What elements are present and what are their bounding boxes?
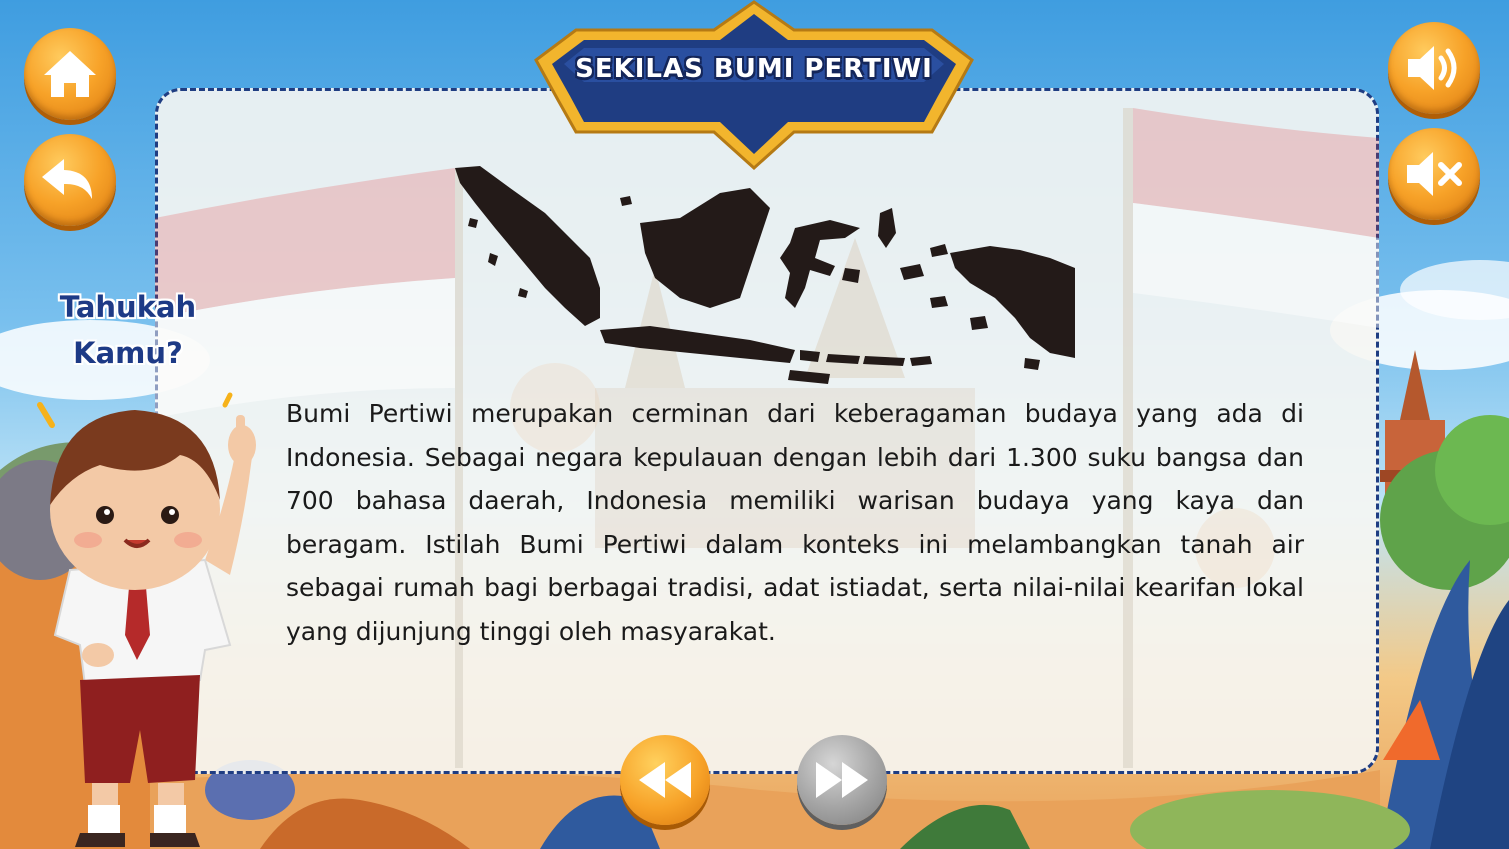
- side-label-line1: Tahukah: [59, 290, 197, 324]
- side-label-line2: Kamu?: [73, 336, 183, 370]
- banner-title: SEKILAS BUMI PERTIWI: [575, 54, 933, 84]
- student-character: [37, 392, 256, 847]
- previous-button[interactable]: [620, 735, 710, 825]
- home-icon: [44, 51, 96, 97]
- title-banner: [534, 0, 974, 170]
- home-button[interactable]: [24, 28, 116, 120]
- back-button[interactable]: [24, 134, 116, 226]
- speaker-icon: [1408, 46, 1457, 90]
- rewind-icon: [639, 762, 691, 798]
- info-paragraph: Bumi Pertiwi merupakan cerminan dari keb…: [286, 399, 1304, 646]
- next-button[interactable]: [797, 735, 887, 825]
- mute-icon: [1407, 152, 1462, 196]
- game-screen: SEKILAS BUMI PERTIWI Tahukah Kamu? Bumi …: [0, 0, 1509, 849]
- back-arrow-icon: [42, 159, 92, 199]
- indonesia-map-silhouette: [455, 166, 1075, 384]
- sound-on-button[interactable]: [1388, 22, 1480, 114]
- mute-button[interactable]: [1388, 128, 1480, 220]
- fast-forward-icon: [816, 762, 868, 798]
